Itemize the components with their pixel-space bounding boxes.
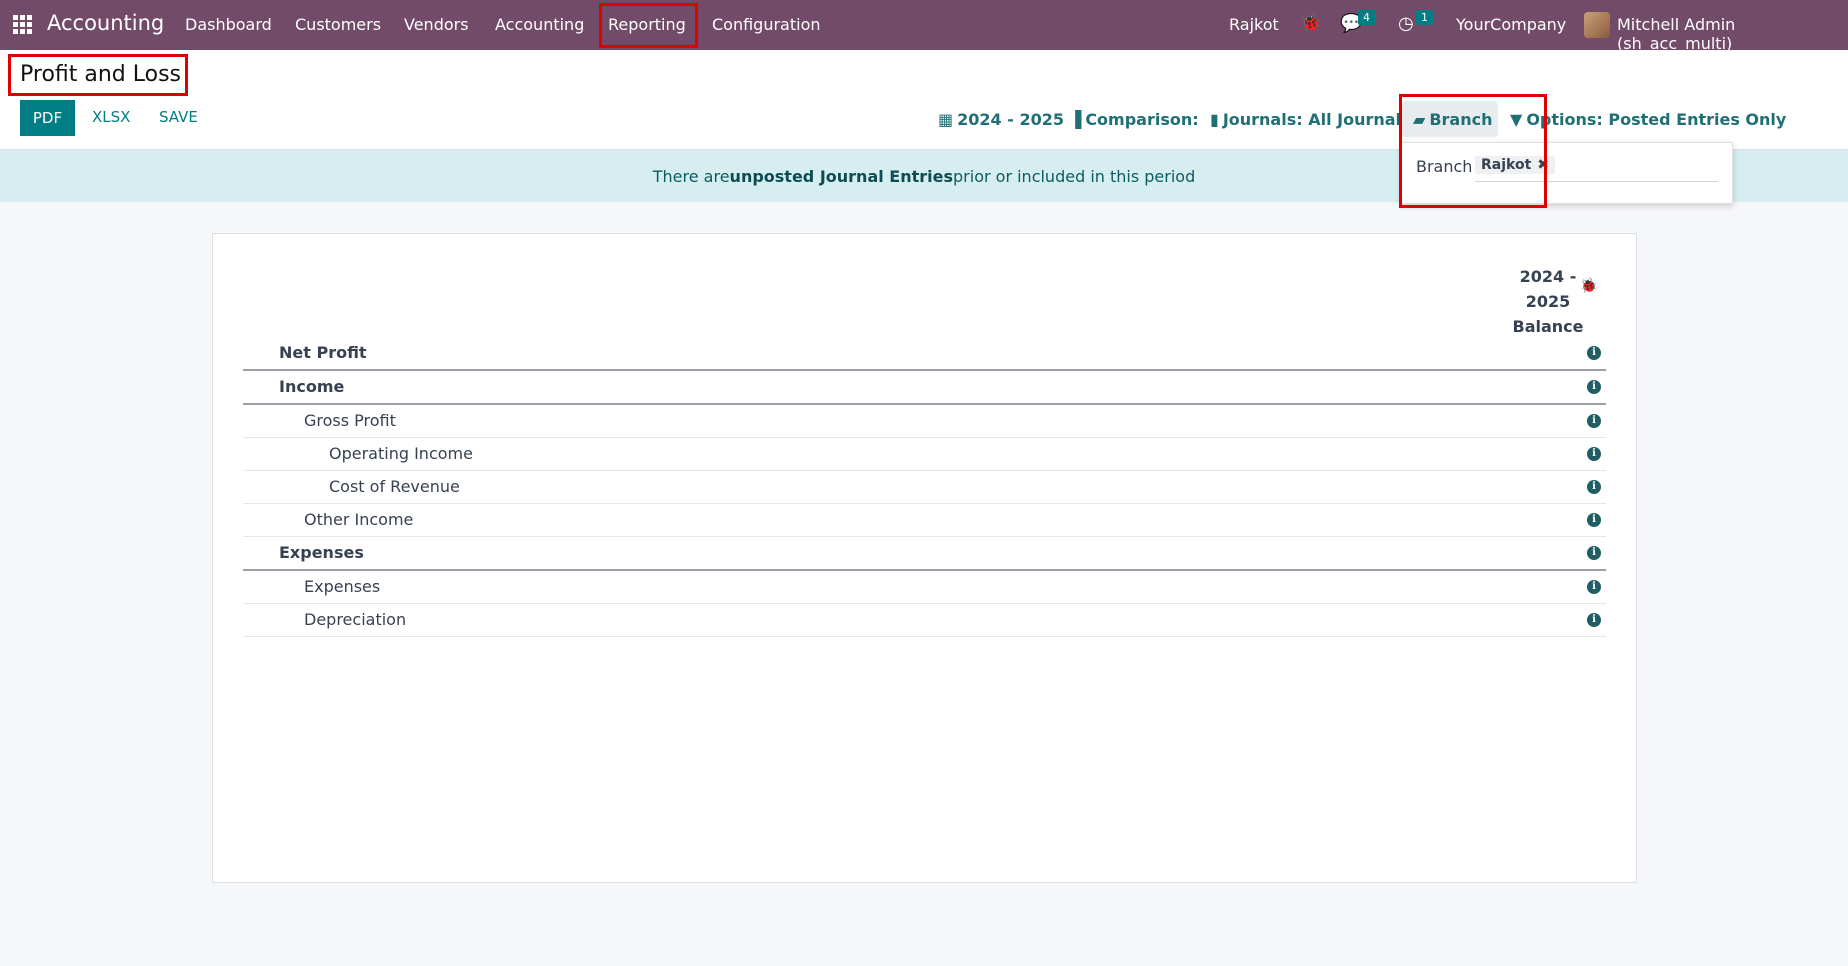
bar-chart-icon: ▐	[1069, 110, 1082, 129]
branch-switcher[interactable]: Rajkot	[1229, 15, 1279, 34]
menu-customers[interactable]: Customers	[295, 15, 381, 34]
activities-clock-icon[interactable]: ◷	[1398, 13, 1414, 34]
info-icon[interactable]: i	[1587, 380, 1601, 394]
report-row[interactable]: Operating Income i	[243, 438, 1606, 471]
menu-dashboard[interactable]: Dashboard	[185, 15, 272, 34]
pdf-button[interactable]: PDF	[20, 100, 75, 136]
save-button[interactable]: SAVE	[159, 108, 198, 126]
user-menu[interactable]: Mitchell Admin (sh_acc_multi)	[1617, 15, 1848, 53]
menu-configuration[interactable]: Configuration	[712, 15, 821, 34]
report-row[interactable]: Expenses i	[243, 571, 1606, 604]
info-icon[interactable]: i	[1587, 447, 1601, 461]
column-header-balance: 2024 - 2025 Balance	[1512, 267, 1584, 336]
activities-badge: 1	[1416, 10, 1433, 25]
debug-bug-icon-report[interactable]: 🐞	[1580, 278, 1597, 294]
messages-badge: 4	[1358, 10, 1375, 25]
comparison-filter[interactable]: ▐ Comparison:	[1069, 110, 1199, 129]
info-icon[interactable]: i	[1587, 513, 1601, 527]
report-row[interactable]: Expenses i	[243, 537, 1606, 571]
report-card: 2024 - 2025 Balance 🐞 Net Profit i Incom…	[212, 233, 1637, 883]
info-icon[interactable]: i	[1587, 546, 1601, 560]
options-filter[interactable]: ▼ Options: Posted Entries Only	[1510, 110, 1786, 129]
info-icon[interactable]: i	[1587, 613, 1601, 627]
highlight-branch	[1399, 94, 1547, 208]
report-row[interactable]: Other Income i	[243, 504, 1606, 537]
calendar-icon: ▦	[938, 110, 954, 129]
info-icon[interactable]: i	[1587, 414, 1601, 428]
company-switcher[interactable]: YourCompany	[1456, 15, 1566, 34]
top-navbar: Accounting Dashboard Customers Vendors A…	[0, 0, 1848, 53]
apps-menu-icon[interactable]	[13, 15, 32, 34]
menu-accounting[interactable]: Accounting	[495, 15, 584, 34]
report-row[interactable]: Gross Profit i	[243, 405, 1606, 438]
highlight-title	[8, 54, 188, 96]
journals-filter[interactable]: ▮ Journals: All Journals	[1210, 110, 1411, 129]
xlsx-button[interactable]: XLSX	[92, 108, 130, 126]
info-icon[interactable]: i	[1587, 580, 1601, 594]
period-filter[interactable]: ▦ 2024 - 2025	[938, 110, 1064, 129]
unposted-entries-link[interactable]: unposted Journal Entries	[730, 167, 953, 186]
report-row[interactable]: Net Profit i	[243, 337, 1606, 371]
report-row[interactable]: Cost of Revenue i	[243, 471, 1606, 504]
report-row[interactable]: Depreciation i	[243, 604, 1606, 637]
app-brand[interactable]: Accounting	[47, 11, 164, 35]
debug-bug-icon[interactable]: 🐞	[1300, 13, 1321, 33]
info-icon[interactable]: i	[1587, 346, 1601, 360]
user-avatar[interactable]	[1584, 12, 1610, 38]
menu-vendors[interactable]: Vendors	[404, 15, 469, 34]
book-icon: ▮	[1210, 110, 1219, 129]
info-icon[interactable]: i	[1587, 480, 1601, 494]
report-row[interactable]: Income i	[243, 371, 1606, 405]
control-panel	[0, 50, 1848, 150]
highlight-reporting	[599, 3, 698, 48]
